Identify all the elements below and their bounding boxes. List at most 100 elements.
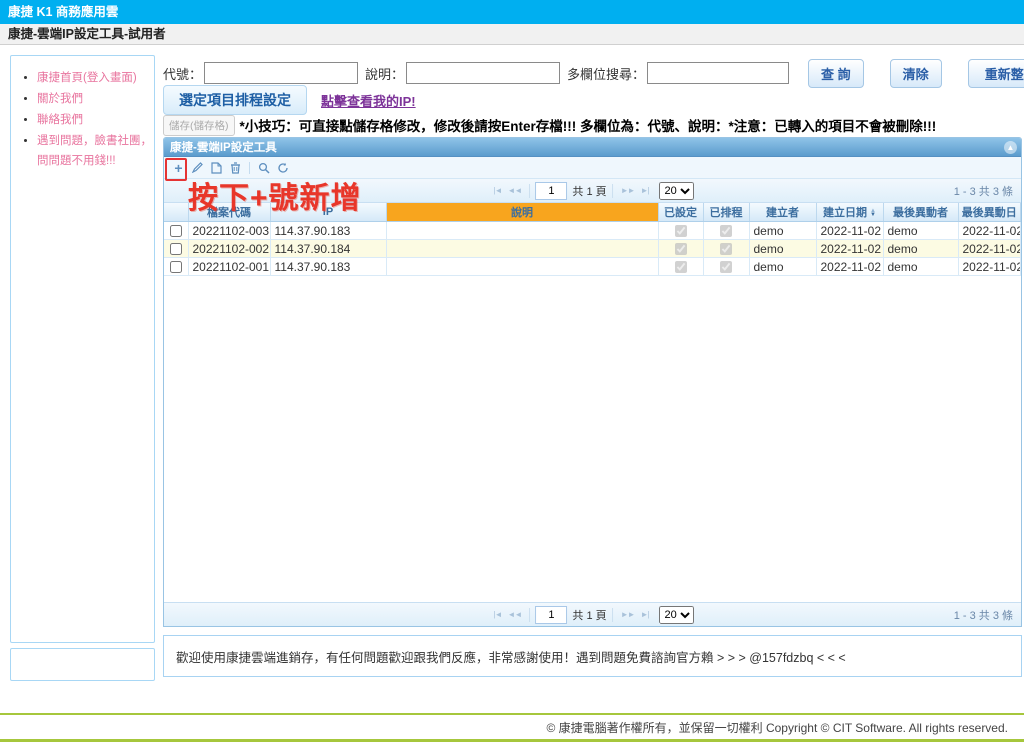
set-checkbox (675, 225, 687, 237)
cell-creator[interactable]: demo (749, 240, 816, 258)
scheduled-checkbox (720, 225, 732, 237)
cell-file-code[interactable]: 20221102-001 (188, 258, 270, 276)
add-annotation-text: 按下+號新增 (188, 173, 362, 217)
page-subtitle-bar: 康捷-雲端IP設定工具-試用者 (0, 24, 1024, 45)
sidebar-link-about[interactable]: 關於我們 (37, 93, 83, 105)
pager-divider (529, 184, 530, 198)
table-row[interactable]: 20221102-002 114.37.90.184 demo 2022-11-… (164, 240, 1021, 258)
cell-file-code[interactable]: 20221102-002 (188, 240, 270, 258)
cell-last-modifier[interactable]: demo (883, 240, 958, 258)
cell-created-date[interactable]: 2022-11-02 (816, 240, 883, 258)
col-header-scheduled[interactable]: 已排程 (703, 203, 749, 222)
pager-bottom: |◄ ◄◄ 共 1 頁 ►► ►| 20 1 - 3 共 3 條 (164, 602, 1021, 626)
pager-top-controls: |◄ ◄◄ 共 1 頁 ►► ►| 20 (491, 182, 695, 200)
row-select-checkbox[interactable] (170, 261, 182, 273)
first-page-icon[interactable]: |◄ (494, 186, 502, 195)
cell-ip[interactable]: 114.37.90.183 (270, 222, 386, 240)
sidebar-item-home[interactable]: 康捷首頁(登入畫面) (37, 68, 154, 88)
page-number-input[interactable] (535, 182, 567, 200)
view-my-ip-link[interactable]: 點擊查看我的IP! (321, 91, 416, 110)
prev-page-icon[interactable]: ◄◄ (508, 610, 522, 619)
cell-ip[interactable]: 114.37.90.183 (270, 258, 386, 276)
app-title-bar: 康捷 K1 商務應用雲 (0, 0, 1024, 24)
row-select-checkbox[interactable] (170, 225, 182, 237)
col-header-desc[interactable]: 說明 (386, 203, 658, 222)
cell-last-modified[interactable]: 2022-11-02 (958, 222, 1021, 240)
record-range-label: 1 - 3 共 3 條 (954, 183, 1013, 199)
scheduled-checkbox (720, 243, 732, 255)
desc-input[interactable] (406, 62, 560, 84)
welcome-message: 歡迎使用康捷雲端進銷存，有任何問題歡迎跟我們反應，非常感謝使用！遇到問題免費諮詢… (176, 647, 846, 666)
refresh-button[interactable]: 重新整理 (968, 59, 1024, 88)
cell-creator[interactable]: demo (749, 222, 816, 240)
next-page-icon[interactable]: ►► (621, 186, 635, 195)
sidebar-link-home[interactable]: 康捷首頁(登入畫面) (37, 72, 137, 84)
cell-last-modifier[interactable]: demo (883, 222, 958, 240)
col-header-last-modified[interactable]: 最後異動日 (958, 203, 1021, 222)
app-window: 康捷 K1 商務應用雲 康捷-雲端IP設定工具-試用者 康捷首頁(登入畫面) 關… (0, 0, 1024, 742)
page-size-select[interactable]: 20 (659, 606, 694, 624)
pager-divider (529, 608, 530, 622)
multi-search-input[interactable] (647, 62, 789, 84)
clear-button[interactable]: 清除 (890, 59, 942, 88)
sort-icon[interactable]: ▲▼ (870, 209, 876, 217)
next-page-icon[interactable]: ►► (621, 610, 635, 619)
collapse-panel-icon[interactable]: ▲ (1004, 141, 1017, 154)
prev-page-icon[interactable]: ◄◄ (508, 186, 522, 195)
code-label: 代號： (163, 64, 202, 83)
cell-last-modified[interactable]: 2022-11-02 (958, 240, 1021, 258)
sidebar: 康捷首頁(登入畫面) 關於我們 聯絡我們 遇到問題，臉書社團，問問題不用錢!!! (10, 55, 155, 643)
page-count-label: 共 1 頁 (572, 607, 606, 623)
table-row[interactable]: 20221102-001 114.37.90.183 demo 2022-11-… (164, 258, 1021, 276)
pager-divider (612, 608, 613, 622)
table-row[interactable]: 20221102-003 114.37.90.183 demo 2022-11-… (164, 222, 1021, 240)
toolbar-divider (249, 162, 250, 174)
action-row: 選定項目排程設定 點擊查看我的IP! (163, 89, 416, 115)
tip-text: *小技巧：可直接點儲存格修改，修改後請按Enter存檔!!! 多欄位為：代號、說… (240, 115, 937, 135)
pager-bottom-controls: |◄ ◄◄ 共 1 頁 ►► ►| 20 (491, 606, 695, 624)
page-number-input[interactable] (535, 606, 567, 624)
col-header-set[interactable]: 已設定 (658, 203, 703, 222)
page-count-label: 共 1 頁 (572, 183, 606, 199)
query-button[interactable]: 查 詢 (808, 59, 864, 88)
pager-divider (612, 184, 613, 198)
cell-created-date[interactable]: 2022-11-02 (816, 222, 883, 240)
last-page-icon[interactable]: ►| (640, 610, 648, 619)
multi-search-label: 多欄位搜尋： (567, 64, 645, 83)
cell-desc[interactable] (386, 258, 658, 276)
search-bar: 代號： 說明： 多欄位搜尋： 查 詢 清除 重新整理 (163, 59, 1024, 87)
app-title: 康捷 K1 商務應用雲 (8, 5, 118, 19)
sidebar-link-facebook[interactable]: 遇到問題，臉書社團，問問題不用錢!!! (37, 135, 152, 167)
first-page-icon[interactable]: |◄ (494, 610, 502, 619)
code-input[interactable] (204, 62, 358, 84)
sidebar-link-contact[interactable]: 聯絡我們 (37, 114, 83, 126)
desc-label: 說明： (365, 64, 404, 83)
save-cell-button[interactable]: 儲存(儲存格) (163, 115, 235, 136)
cell-last-modified[interactable]: 2022-11-02 (958, 258, 1021, 276)
cell-desc[interactable] (386, 222, 658, 240)
grid-panel-title: 康捷-雲端IP設定工具 (170, 139, 277, 155)
row-select-checkbox[interactable] (170, 243, 182, 255)
schedule-selected-button[interactable]: 選定項目排程設定 (163, 85, 307, 115)
cell-last-modifier[interactable]: demo (883, 258, 958, 276)
col-header-last-modifier[interactable]: 最後異動者 (883, 203, 958, 222)
copyright-text: © 康捷電腦著作權所有，並保留一切權利 Copyright © CIT Soft… (546, 719, 1008, 736)
sidebar-item-facebook[interactable]: 遇到問題，臉書社團，問問題不用錢!!! (37, 131, 154, 171)
page-size-select[interactable]: 20 (659, 182, 694, 200)
sidebar-item-contact[interactable]: 聯絡我們 (37, 110, 154, 130)
col-header-created-date[interactable]: 建立日期▲▼ (816, 203, 883, 222)
record-range-label: 1 - 3 共 3 條 (954, 607, 1013, 623)
cell-desc[interactable] (386, 240, 658, 258)
set-checkbox (675, 261, 687, 273)
set-checkbox (675, 243, 687, 255)
col-header-creator[interactable]: 建立者 (749, 203, 816, 222)
cell-ip[interactable]: 114.37.90.184 (270, 240, 386, 258)
cell-file-code[interactable]: 20221102-003 (188, 222, 270, 240)
add-button-highlight-box (165, 158, 187, 181)
scheduled-checkbox (720, 261, 732, 273)
cell-creator[interactable]: demo (749, 258, 816, 276)
sidebar-item-about[interactable]: 關於我們 (37, 89, 154, 109)
cell-created-date[interactable]: 2022-11-02 (816, 258, 883, 276)
last-page-icon[interactable]: ►| (640, 186, 648, 195)
welcome-message-box: 歡迎使用康捷雲端進銷存，有任何問題歡迎跟我們反應，非常感謝使用！遇到問題免費諮詢… (163, 635, 1022, 677)
